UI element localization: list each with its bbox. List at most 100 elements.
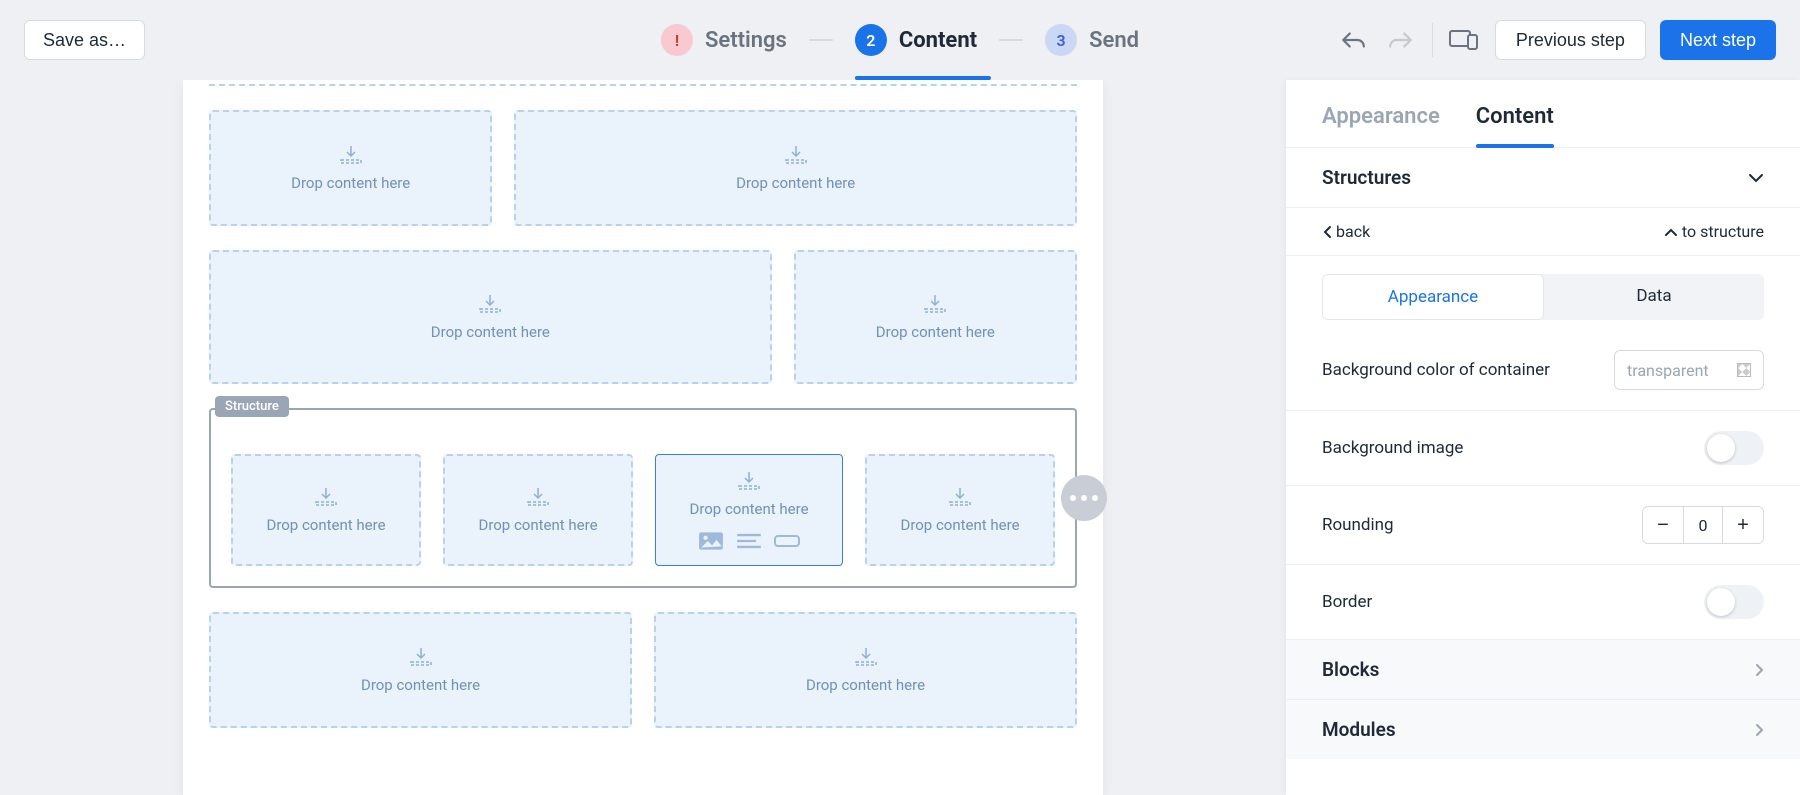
nav-back-label: back xyxy=(1336,222,1370,241)
drop-zone[interactable]: Drop content here xyxy=(443,454,633,566)
rounding-label: Rounding xyxy=(1322,515,1394,535)
step-separator xyxy=(809,39,833,41)
accordion-label: Blocks xyxy=(1322,658,1379,681)
ctrl-rounding: Rounding − 0 + xyxy=(1286,486,1800,565)
border-label: Border xyxy=(1322,592,1372,612)
row-two-columns-equal[interactable]: Drop content here Drop content here xyxy=(209,612,1077,728)
rounding-stepper: − 0 + xyxy=(1642,506,1764,544)
structure-row[interactable]: Structure Drop content here Drop content… xyxy=(209,408,1077,588)
bg-image-label: Background image xyxy=(1322,438,1463,458)
ctrl-border: Border xyxy=(1286,565,1800,640)
nav-to-structure-label: to structure xyxy=(1682,222,1764,241)
sidebar-tabs: Appearance Content xyxy=(1286,80,1800,148)
canvas-edge xyxy=(209,80,1077,86)
drop-icon xyxy=(853,646,879,668)
rounding-increment[interactable]: + xyxy=(1723,507,1763,543)
accordion-label: Modules xyxy=(1322,718,1396,741)
row-two-columns[interactable]: Drop content here Drop content here xyxy=(209,250,1077,384)
drop-zone[interactable]: Drop content here xyxy=(865,454,1055,566)
canvas[interactable]: Drop content here Drop content here Drop… xyxy=(183,80,1103,795)
tab-appearance[interactable]: Appearance xyxy=(1322,104,1440,147)
bg-color-input[interactable]: transparent xyxy=(1614,350,1764,390)
bg-color-label: Background color of container xyxy=(1322,360,1550,380)
drop-zone[interactable]: Drop content here xyxy=(231,454,421,566)
structure-actions-icon[interactable] xyxy=(1061,475,1107,521)
step-send[interactable]: 3 Send xyxy=(1045,24,1139,56)
workspace: Drop content here Drop content here Drop… xyxy=(0,80,1800,795)
ctrl-bg-image: Background image xyxy=(1286,411,1800,486)
nav-to-structure[interactable]: to structure xyxy=(1664,222,1764,241)
chevron-down-icon xyxy=(1748,173,1764,183)
save-as-button[interactable]: Save as… xyxy=(24,20,145,60)
nav-back[interactable]: back xyxy=(1322,222,1370,241)
step-label: Content xyxy=(899,28,977,53)
image-icon[interactable] xyxy=(698,532,724,550)
drop-label: Drop content here xyxy=(266,516,385,534)
bg-color-value: transparent xyxy=(1627,361,1709,380)
drop-icon xyxy=(408,646,434,668)
step-number: 3 xyxy=(1045,24,1077,56)
drop-icon xyxy=(922,293,948,315)
tab-content[interactable]: Content xyxy=(1476,104,1554,147)
drop-icon xyxy=(477,293,503,315)
drop-zone[interactable]: Drop content here xyxy=(514,110,1077,226)
seg-data[interactable]: Data xyxy=(1544,274,1764,320)
drop-icon xyxy=(525,486,551,508)
drop-icon xyxy=(338,144,364,166)
border-toggle[interactable] xyxy=(1704,585,1764,619)
drop-icon xyxy=(313,486,339,508)
chevron-right-icon xyxy=(1754,723,1764,737)
rounding-value[interactable]: 0 xyxy=(1683,507,1723,543)
step-number: 2 xyxy=(855,24,887,56)
drop-zone[interactable]: Drop content here xyxy=(209,612,632,728)
sidebar: Appearance Content Structures back to st… xyxy=(1286,80,1800,795)
drop-label: Drop content here xyxy=(478,516,597,534)
chevron-left-icon xyxy=(1322,225,1332,239)
stepper: ! Settings 2 Content 3 Send xyxy=(661,24,1139,56)
drop-label: Drop content here xyxy=(361,676,480,694)
seg-appearance[interactable]: Appearance xyxy=(1322,274,1544,320)
accordion-modules[interactable]: Modules xyxy=(1286,700,1800,759)
drop-icon xyxy=(947,486,973,508)
divider xyxy=(1432,23,1433,57)
step-settings[interactable]: ! Settings xyxy=(661,24,787,56)
next-step-button[interactable]: Next step xyxy=(1660,20,1776,60)
drop-label: Drop content here xyxy=(900,516,1019,534)
segmented-control: Appearance Data xyxy=(1286,256,1800,330)
step-separator xyxy=(999,39,1023,41)
drop-label: Drop content here xyxy=(291,174,410,192)
rounding-decrement[interactable]: − xyxy=(1643,507,1683,543)
topbar: Save as… ! Settings 2 Content 3 Send Pre… xyxy=(0,0,1800,80)
transparent-swatch-icon xyxy=(1737,363,1751,377)
row-two-columns[interactable]: Drop content here Drop content here xyxy=(209,110,1077,226)
screen-preview-icon[interactable] xyxy=(1447,23,1481,57)
drop-zone[interactable]: Drop content here xyxy=(654,612,1077,728)
step-label: Settings xyxy=(705,28,787,53)
button-block-icon[interactable] xyxy=(774,532,800,550)
canvas-wrap: Drop content here Drop content here Drop… xyxy=(0,80,1286,795)
text-icon[interactable] xyxy=(736,532,762,550)
accordion-blocks[interactable]: Blocks xyxy=(1286,640,1800,700)
chevron-right-icon xyxy=(1754,663,1764,677)
previous-step-button[interactable]: Previous step xyxy=(1495,20,1646,60)
drop-label: Drop content here xyxy=(806,676,925,694)
drop-label: Drop content here xyxy=(876,323,995,341)
drop-zone[interactable]: Drop content here xyxy=(209,250,772,384)
redo-icon[interactable] xyxy=(1384,23,1418,57)
chevron-up-icon xyxy=(1664,227,1678,237)
drop-icon xyxy=(736,470,762,492)
drop-zone-selected[interactable]: Drop content here xyxy=(655,454,843,566)
ctrl-bg-color: Background color of container transparen… xyxy=(1286,330,1800,411)
undo-icon[interactable] xyxy=(1336,23,1370,57)
structure-border: Drop content here Drop content here Drop… xyxy=(209,408,1077,588)
drop-zone[interactable]: Drop content here xyxy=(209,110,492,226)
bg-image-toggle[interactable] xyxy=(1704,431,1764,465)
step-label: Send xyxy=(1089,28,1139,53)
step-content[interactable]: 2 Content xyxy=(855,24,977,56)
drop-label: Drop content here xyxy=(736,174,855,192)
right-tools: Previous step Next step xyxy=(1336,20,1776,60)
drop-zone[interactable]: Drop content here xyxy=(794,250,1077,384)
accordion-structures[interactable]: Structures xyxy=(1286,148,1800,208)
drop-label: Drop content here xyxy=(689,500,808,518)
drop-label: Drop content here xyxy=(431,323,550,341)
